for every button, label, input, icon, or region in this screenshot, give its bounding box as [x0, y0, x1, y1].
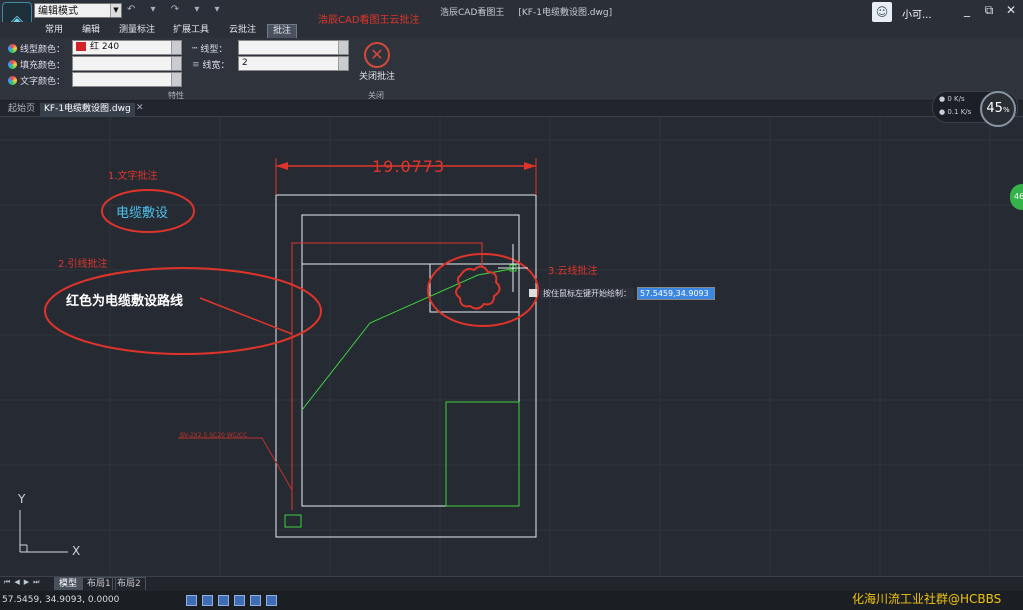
drawing-canvas[interactable] [0, 117, 1023, 575]
grid-toggle-icon[interactable] [186, 595, 197, 606]
cable-laying-text[interactable]: 电缆敷设 [116, 202, 168, 221]
label-cloud-annotation: 3.云线批注 [548, 266, 598, 277]
close-annotation-icon[interactable]: ✕ [364, 42, 390, 68]
tab-annotation[interactable]: 批注 [267, 24, 298, 38]
ucs-x-label: X [72, 544, 81, 558]
memory-usage-gauge[interactable]: 45% [980, 91, 1016, 127]
pan-icon[interactable] [234, 595, 245, 606]
mode-select[interactable]: 编辑模式 ▼ [34, 3, 122, 18]
red-leader-small [178, 437, 293, 491]
close-annotation-button[interactable]: 关闭批注 [359, 69, 395, 82]
line-width-select[interactable]: 2 [238, 56, 349, 71]
user-name[interactable]: 小可... [902, 6, 932, 21]
cad-drawing [0, 117, 1023, 575]
fill-color-label: 填充颜色： [8, 58, 65, 71]
maximize-button[interactable]: ⧉ [980, 3, 998, 17]
ortho-icon[interactable] [250, 595, 261, 606]
line-width-label: ≡ 线宽： [192, 59, 230, 72]
cursor-coordinates: 57.5459, 34.9093, 0.0000 [2, 595, 120, 605]
snap-icon[interactable] [218, 595, 229, 606]
inner-frame [301, 214, 520, 507]
quick-access-toolbar[interactable]: ↶ ▾ ↷ ▾ ▾ [127, 4, 226, 15]
dimension-value[interactable]: 19.0773 [372, 157, 445, 176]
tab-cloud-annotation[interactable]: 云批注 [224, 24, 261, 37]
ucs-y-label: Y [18, 492, 26, 506]
annotation-oval-leader [44, 267, 322, 355]
tab-model[interactable]: 模型 [54, 577, 83, 590]
close-window-button[interactable]: ✕ [1002, 3, 1020, 17]
label-text-annotation: 1.文字批注 [108, 171, 158, 182]
prompt-icon [529, 289, 537, 297]
line-width-icon: ≡ [192, 59, 200, 70]
chevron-down-icon[interactable] [171, 73, 181, 86]
minimize-button[interactable]: _ [958, 3, 976, 17]
group-close-label: 关闭 [368, 91, 384, 100]
palette-icon [8, 60, 17, 69]
revision-cloud [455, 265, 501, 310]
watermark: 化海川流工业社群@HCBBS [852, 592, 1002, 606]
group-properties-label: 特性 [168, 91, 184, 100]
tab-start-page[interactable]: 起始页 [4, 103, 39, 116]
avatar[interactable]: ☺ [872, 2, 892, 22]
palette-icon [8, 76, 17, 85]
color-swatch [76, 42, 86, 51]
zoom-icon[interactable] [202, 595, 213, 606]
annotation-title-callout: 浩辰CAD看图王云批注 [318, 15, 420, 26]
dynamic-input-prompt: 按住鼠标左键开始绘制： 57.5459,34.9093 [529, 286, 715, 300]
layout-tab-bar [0, 576, 1023, 591]
line-type-label: ┅ 线型： [192, 43, 228, 56]
fullscreen-icon[interactable] [266, 595, 277, 606]
chevron-down-icon[interactable] [338, 41, 348, 54]
layout-nav-arrows[interactable]: ⏮◀▶⏭ [4, 578, 43, 587]
chevron-down-icon[interactable] [338, 57, 348, 70]
leader-line [199, 297, 293, 335]
text-color-label: 文字颜色： [8, 74, 65, 87]
document-tab-bar [0, 101, 1023, 117]
tab-extensions[interactable]: 扩展工具 [168, 24, 214, 37]
line-color-select[interactable]: 红 240 [72, 40, 182, 55]
cable-spec-note: BV-2X2.5 SC20 WC/CC [180, 432, 248, 439]
chevron-down-icon[interactable] [171, 57, 181, 70]
red-route-note[interactable]: 红色为电缆敷设路线 [66, 290, 183, 309]
window-title: 浩辰CAD看图王 [KF-1电缆敷设图.dwg] [440, 8, 613, 18]
equipment-box [429, 263, 520, 313]
palette-icon [8, 44, 17, 53]
download-speed: ● 0.1 K/s [939, 108, 972, 116]
tab-home[interactable]: 常用 [40, 24, 68, 37]
outer-frame [275, 194, 537, 538]
tab-measure[interactable]: 测量标注 [114, 24, 160, 37]
fill-color-select[interactable] [72, 56, 182, 71]
tab-layout1[interactable]: 布局1 [82, 577, 116, 590]
coordinate-input[interactable]: 57.5459,34.9093 [637, 286, 715, 300]
tab-drawing-file[interactable]: KF-1电缆敷设图.dwg [40, 103, 135, 116]
chevron-down-icon[interactable]: ▼ [110, 4, 121, 17]
green-route [301, 267, 518, 411]
line-type-icon: ┅ [192, 43, 198, 54]
small-green-box [284, 514, 302, 528]
line-color-label: 线型颜色： [8, 42, 65, 55]
close-tab-icon[interactable]: ✕ [136, 103, 144, 113]
tab-edit[interactable]: 编辑 [77, 24, 105, 37]
text-color-select[interactable] [72, 72, 182, 87]
tab-layout2[interactable]: 布局2 [112, 577, 146, 590]
label-leader-annotation: 2.引线批注 [58, 259, 108, 270]
red-cable-route [291, 242, 483, 510]
green-box [445, 401, 520, 507]
prompt-label: 按住鼠标左键开始绘制： [540, 287, 634, 299]
upload-speed: ● 0 K/s [939, 95, 965, 103]
chevron-down-icon[interactable] [171, 41, 181, 54]
line-type-select[interactable] [238, 40, 349, 55]
